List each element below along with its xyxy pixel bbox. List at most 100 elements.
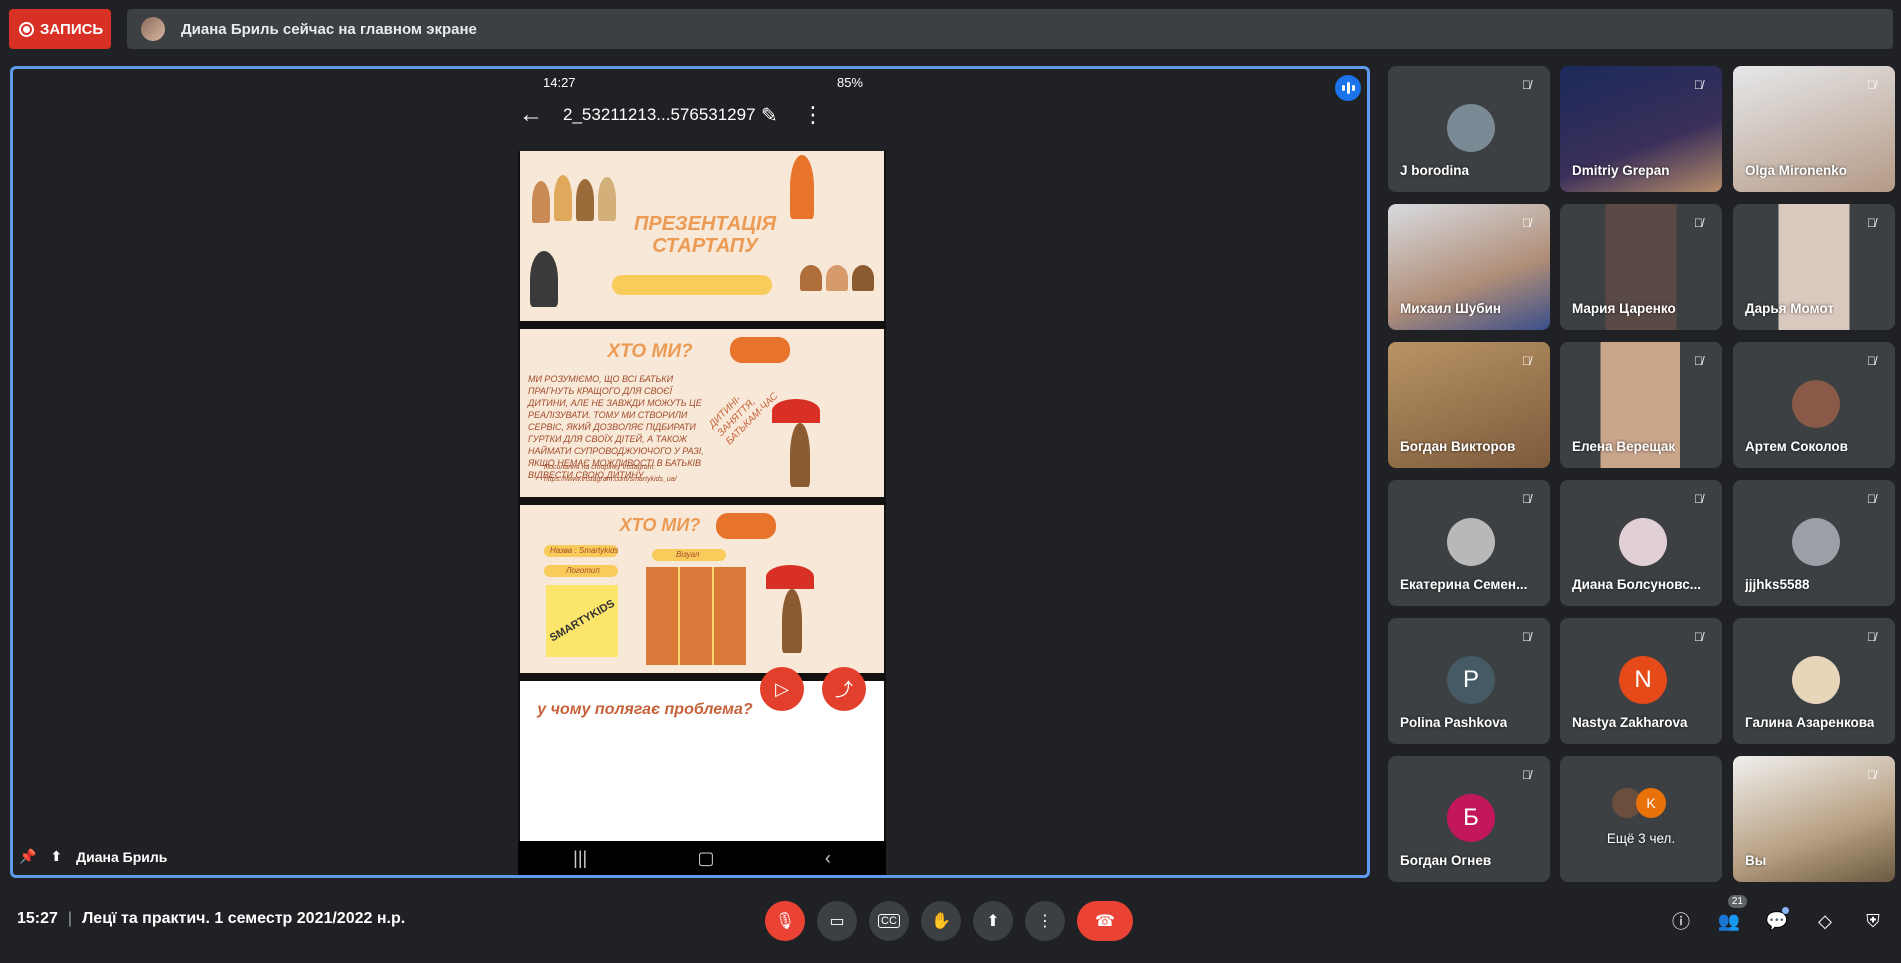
participant-tile[interactable]: 🎙̸ Артем Соколов — [1733, 342, 1895, 468]
hang-up-icon: ☎ — [1095, 913, 1115, 930]
participant-tile[interactable]: 🎙̸ Мария Царенко — [1560, 204, 1722, 330]
side-controls: ⓘ 👥 21 💬 ◇ ⛨ — [1661, 895, 1893, 941]
mic-off-icon: 🎙 — [774, 913, 796, 930]
participant-tile[interactable]: 🎙̸ Богдан Викторов — [1388, 342, 1550, 468]
recording-button[interactable]: ЗАПИСЬ — [9, 9, 111, 49]
participant-name: Диана Болсуновс... — [1572, 577, 1701, 592]
play-button[interactable]: ▷ — [760, 667, 804, 711]
share-button[interactable]: ⤴ — [822, 667, 866, 711]
chat-button[interactable]: 💬 — [1757, 901, 1797, 941]
back-arrow-icon: ← — [519, 101, 543, 128]
instagram-label: Посилання на сторінку Instagram: — [544, 464, 656, 471]
participant-tile[interactable]: N 🎙̸ Nastya Zakharova — [1560, 618, 1722, 744]
info-icon: ⓘ — [1672, 912, 1690, 932]
participant-tile[interactable]: P 🎙̸ Polina Pashkova — [1388, 618, 1550, 744]
main-stage: 14:27 85% ← 2_53211213...576531297 ✎ ⋮ П… — [10, 66, 1370, 878]
document-header: ← 2_53211213...576531297 ✎ ⋮ — [506, 97, 888, 133]
mic-off-icon: 🎙̸ — [1522, 768, 1531, 782]
back-icon[interactable]: ‹ — [825, 848, 831, 869]
banner-text: Диана Бриль сейчас на главном экране — [181, 20, 477, 38]
participant-name: Dmitriy Grepan — [1572, 163, 1670, 178]
avatar — [1792, 656, 1840, 704]
slide-list: ПРЕЗЕНТАЦІЯ СТАРТАПУ ХТО МИ? МИ РОЗУМІЄМ… — [518, 151, 886, 841]
participant-grid: 🎙̸ J borodina 🎙̸ Dmitriy Grepan 🎙̸ Olga … — [1388, 66, 1895, 882]
mic-off-icon: 🎙̸ — [1694, 216, 1703, 230]
present-icon: ⬆ — [986, 913, 1000, 930]
participants-button[interactable]: 👥 21 — [1709, 895, 1749, 941]
participant-name: jjjhks5588 — [1745, 577, 1810, 592]
participant-tile[interactable]: Б 🎙̸ Богдан Огнев — [1388, 756, 1550, 882]
participant-tile[interactable]: 🎙̸ Дарья Момот — [1733, 204, 1895, 330]
captions-icon: CC — [878, 914, 900, 928]
participant-tile[interactable]: 🎙̸ Dmitriy Grepan — [1560, 66, 1722, 192]
raise-hand-button[interactable]: ✋ — [921, 901, 961, 941]
presenting-banner: Диана Бриль сейчас на главном экране — [127, 9, 1893, 49]
participant-tile[interactable]: 🎙̸ Елена Верещак — [1560, 342, 1722, 468]
meeting-info: 15:27 | Лецї та практич. 1 семестр 2021/… — [17, 910, 405, 928]
smartykids-logo: SMARTYKIDS — [546, 585, 618, 657]
participant-name: Богдан Викторов — [1400, 439, 1516, 454]
avatar — [1447, 104, 1495, 152]
mic-off-icon: 🎙̸ — [1522, 630, 1531, 644]
mic-off-icon: 🎙̸ — [1694, 492, 1703, 506]
mic-off-icon: 🎙̸ — [1694, 630, 1703, 644]
mic-off-icon: 🎙̸ — [1522, 354, 1531, 368]
captions-button[interactable]: CC — [869, 901, 909, 941]
mic-toggle-button[interactable]: 🎙 — [765, 901, 805, 941]
home-icon[interactable]: ▢ — [698, 848, 715, 869]
leave-call-button[interactable]: ☎ — [1077, 901, 1133, 941]
participant-name: Галина Азаренкова — [1745, 715, 1875, 730]
camera-toggle-button[interactable]: ▭ — [817, 901, 857, 941]
participant-name: Богдан Огнев — [1400, 853, 1492, 868]
stage-footer: 📌 ⬆ Диана Бриль — [19, 848, 167, 865]
participant-tile[interactable]: 🎙̸ Михаил Шубин — [1388, 204, 1550, 330]
clock-time: 15:27 — [17, 910, 58, 927]
avatar: N — [1619, 656, 1667, 704]
mic-off-icon: 🎙̸ — [1694, 354, 1703, 368]
slide-3: ХТО МИ? Назва : Smartykids Логотип SMART… — [520, 505, 884, 673]
present-screen-icon: ⬆ — [50, 848, 63, 864]
participant-tile[interactable]: 🎙̸ Olga Mironenko — [1733, 66, 1895, 192]
host-controls-button[interactable]: ⛨ — [1853, 901, 1893, 941]
more-options-button[interactable]: ⋮ — [1025, 901, 1065, 941]
mic-off-icon: 🎙̸ — [1867, 768, 1876, 782]
edit-pencil-icon: ✎ — [761, 104, 778, 127]
participant-tile[interactable]: 🎙̸ Диана Болсуновс... — [1560, 480, 1722, 606]
avatar — [1792, 518, 1840, 566]
people-icon: 👥 — [1717, 910, 1741, 931]
present-button[interactable]: ⬆ — [973, 901, 1013, 941]
slide-title: ПРЕЗЕНТАЦІЯ СТАРТАПУ — [633, 213, 777, 257]
avatar — [1619, 518, 1667, 566]
participant-name: Екатерина Семен... — [1400, 577, 1528, 592]
participant-tile[interactable]: 🎙̸ jjjhks5588 — [1733, 480, 1895, 606]
mic-off-icon: 🎙̸ — [1694, 78, 1703, 92]
avatar: P — [1447, 656, 1495, 704]
avatar — [1447, 518, 1495, 566]
play-icon: ▷ — [775, 678, 789, 699]
activities-button[interactable]: ◇ — [1805, 901, 1845, 941]
mic-off-icon: 🎙̸ — [1867, 354, 1876, 368]
participant-tile[interactable]: 🎙̸ Галина Азаренкова — [1733, 618, 1895, 744]
recent-apps-icon[interactable]: ||| — [573, 848, 587, 869]
mic-off-icon: 🎙̸ — [1867, 492, 1876, 506]
avatar — [1792, 380, 1840, 428]
phone-time: 14:27 — [543, 75, 576, 90]
participants-count-badge: 21 — [1727, 895, 1747, 908]
participant-tile[interactable]: 🎙̸ Екатерина Семен... — [1388, 480, 1550, 606]
pin-icon[interactable]: 📌 — [19, 848, 36, 865]
avatar: Б — [1447, 794, 1495, 842]
presenter-name: Диана Бриль — [76, 848, 168, 865]
instagram-link: https://www.instagram.com/smartykids_ua/ — [544, 476, 677, 483]
avatar — [141, 17, 165, 41]
participant-name: Вы — [1745, 853, 1767, 868]
record-icon — [19, 21, 34, 37]
slide-title: у чому полягає проблема? — [537, 701, 753, 718]
divider: | — [67, 910, 73, 927]
share-icon: ⤴ — [835, 680, 853, 700]
slide-logo-label: Логотип — [566, 566, 600, 575]
self-tile[interactable]: 🎙̸ Вы — [1733, 756, 1895, 882]
participant-tile[interactable]: 🎙̸ J borodina — [1388, 66, 1550, 192]
more-vert-icon: ⋮ — [1037, 913, 1053, 930]
more-participants-tile[interactable]: K Ещё 3 чел. — [1560, 756, 1722, 882]
meeting-details-button[interactable]: ⓘ — [1661, 901, 1701, 941]
